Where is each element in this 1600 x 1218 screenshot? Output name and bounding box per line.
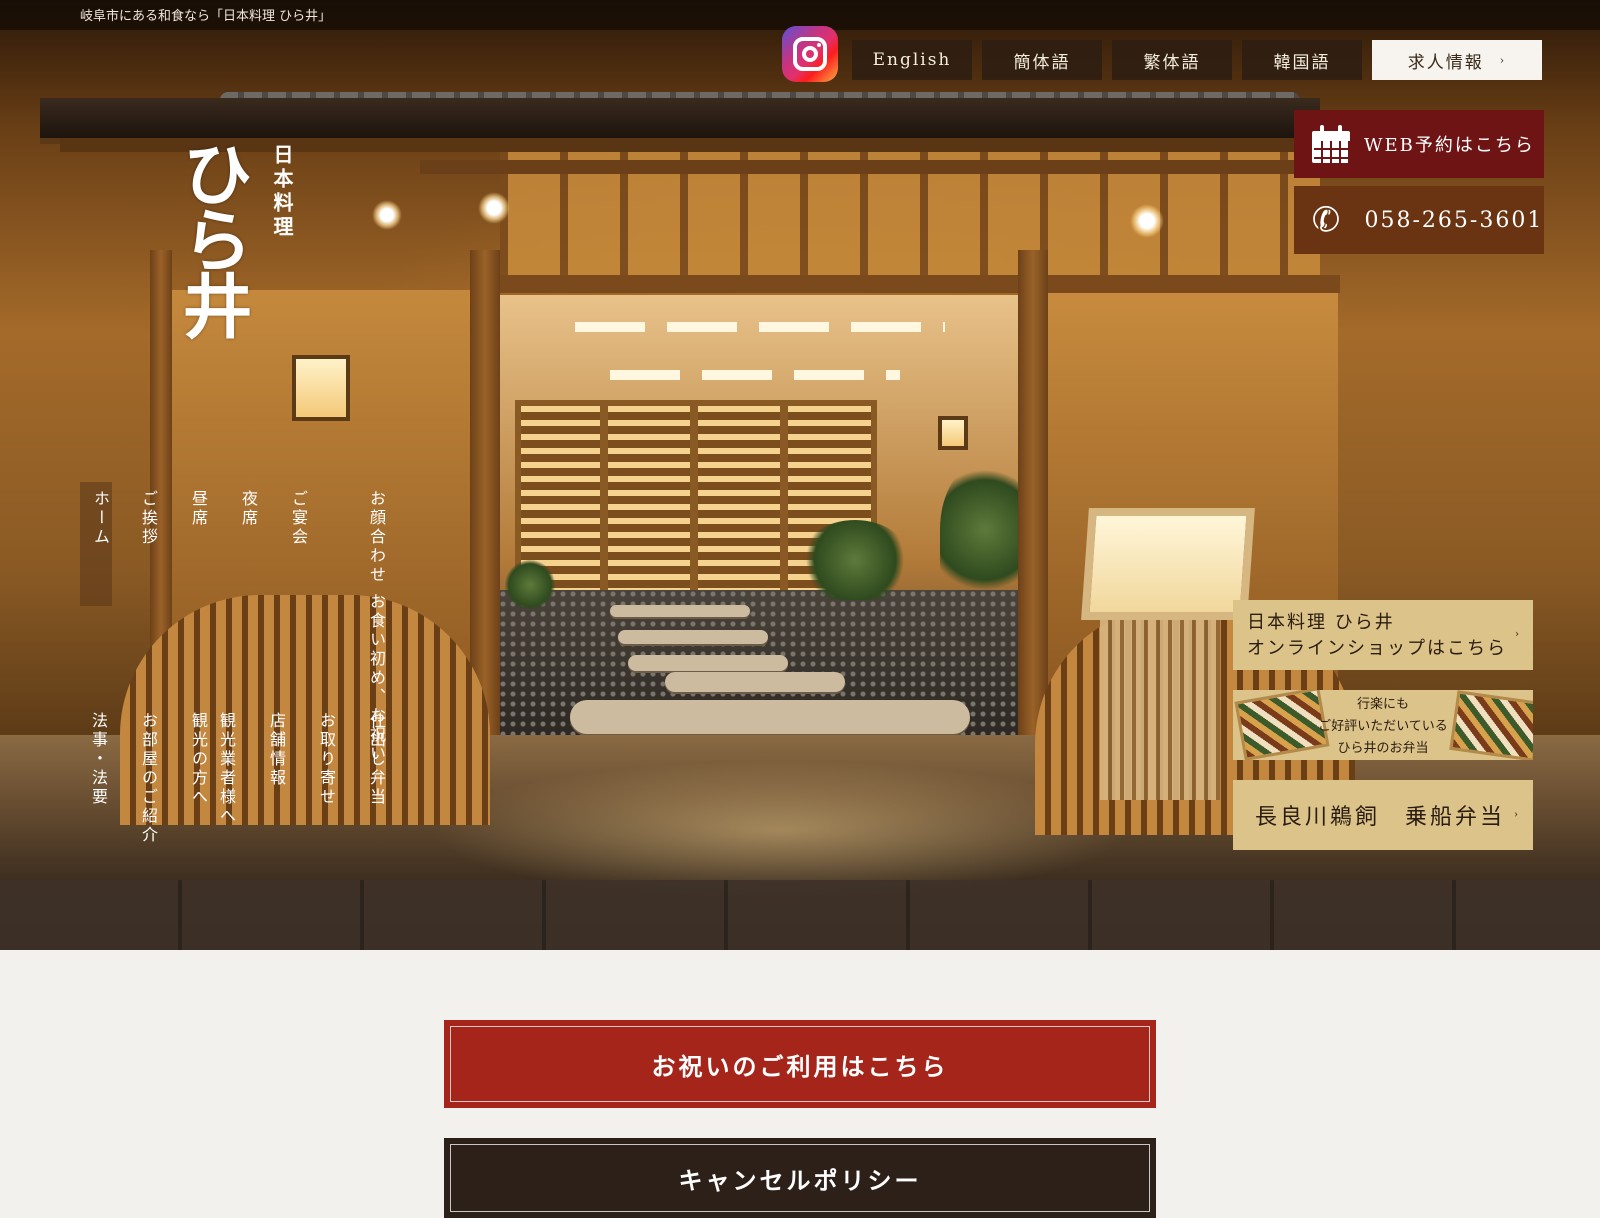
instagram-icon — [793, 37, 827, 71]
chevron-right-icon: › — [1514, 809, 1521, 821]
nav-tourism-agents[interactable]: 観光業者様へ — [214, 712, 238, 826]
celebration-button[interactable]: お祝いのご利用はこちら — [444, 1020, 1156, 1108]
lang-traditional-chinese-button[interactable]: 繁体語 — [1112, 40, 1232, 80]
recruit-label: 求人情報 — [1407, 52, 1484, 73]
beam — [420, 160, 1300, 174]
bento-link[interactable]: 行楽にも ご好評いただいている ひら井のお弁当 — [1233, 690, 1533, 760]
recruit-button[interactable]: 求人情報 › — [1372, 40, 1542, 80]
wall-lantern — [938, 416, 968, 450]
calendar-icon — [1312, 125, 1350, 163]
lattice-divider — [600, 400, 608, 602]
nav-order[interactable]: お取り寄せ — [314, 712, 338, 807]
ceiling-lamp — [1130, 204, 1164, 238]
garden-plant — [940, 460, 1030, 600]
bamboo-fence — [120, 595, 490, 825]
bento-text: 行楽にも ご好評いただいている ひら井のお弁当 — [1233, 694, 1533, 760]
curb — [0, 880, 1600, 950]
ceiling-lights — [610, 370, 900, 380]
menu-board — [1081, 508, 1255, 620]
chevron-right-icon: › — [1515, 629, 1521, 640]
nav-catering-bento[interactable]: 仕出し弁当 — [364, 712, 388, 807]
lang-korean-button[interactable]: 韓国語 — [1242, 40, 1362, 80]
ukai-bento-label: 長良川鵜飼 乗船弁当 — [1255, 805, 1506, 830]
online-shop-link[interactable]: 日本料理 ひら井 オンラインショップはこちら › — [1233, 600, 1533, 670]
floor-reflection — [430, 760, 1130, 900]
ceiling-lamp — [478, 192, 510, 224]
chevron-right-icon: › — [1499, 53, 1507, 67]
bento-text-line2: ご好評いただいている — [1318, 719, 1448, 734]
garden-plant — [800, 520, 910, 600]
pillar — [1018, 250, 1048, 750]
nav-memorial[interactable]: 法事・法要 — [86, 712, 110, 807]
beam — [480, 275, 1340, 293]
nav-home[interactable]: ホーム — [80, 482, 112, 606]
online-shop-line1: 日本料理 ひら井 — [1247, 612, 1395, 633]
site-tagline: 岐阜市にある和食なら「日本料理 ひら井」 — [80, 9, 332, 24]
stepping-stone — [618, 630, 768, 644]
web-reservation-label: WEB予約はこちら — [1364, 135, 1535, 156]
nav-banquet[interactable]: ご宴会 — [286, 490, 310, 547]
nav-tourists[interactable]: 観光の方へ — [186, 712, 210, 807]
stepping-stone — [665, 672, 845, 692]
nav-dinner[interactable]: 夜席 — [236, 490, 260, 528]
logo-sub-text: 日本料理 — [270, 144, 294, 240]
phone-button[interactable]: ✆ 058-265-3601 — [1294, 186, 1544, 254]
garden-plant — [505, 560, 555, 610]
web-reservation-button[interactable]: WEB予約はこちら — [1294, 110, 1544, 178]
nav-lunch[interactable]: 昼席 — [186, 490, 210, 528]
site-logo[interactable]: ひら井 日本料理 — [171, 138, 312, 383]
nav-rooms[interactable]: お部屋のご紹介 — [136, 712, 160, 845]
lang-english-button[interactable]: English — [852, 40, 972, 80]
bento-text-line3: ひら井のお弁当 — [1337, 741, 1429, 756]
phone-number: 058-265-3601 — [1364, 207, 1544, 233]
ceiling-lamp — [372, 200, 402, 230]
stepping-stone — [610, 605, 750, 617]
bento-text-line1: 行楽にも — [1356, 697, 1409, 712]
cancel-policy-label: キャンセルポリシー — [450, 1144, 1150, 1212]
ukai-bento-link[interactable]: 長良川鵜飼 乗船弁当 › — [1233, 780, 1533, 850]
cancel-policy-button[interactable]: キャンセルポリシー — [444, 1138, 1156, 1218]
lang-simplified-chinese-button[interactable]: 簡体語 — [982, 40, 1102, 80]
lattice-divider — [780, 400, 788, 602]
nav-store-info[interactable]: 店舗情報 — [264, 712, 288, 788]
stepping-stone — [628, 655, 788, 671]
celebration-label: お祝いのご利用はこちら — [450, 1026, 1150, 1102]
phone-icon: ✆ — [1308, 197, 1346, 243]
logo-main-text: ひら井 — [171, 138, 254, 336]
instagram-link[interactable] — [782, 26, 838, 82]
ceiling-lights — [575, 322, 945, 332]
stepping-stone — [570, 700, 970, 734]
online-shop-line2: オンラインショップはこちら — [1247, 638, 1507, 659]
lattice-divider — [690, 400, 698, 602]
nav-greeting[interactable]: ご挨拶 — [136, 490, 160, 547]
menu-stand — [1100, 605, 1220, 800]
